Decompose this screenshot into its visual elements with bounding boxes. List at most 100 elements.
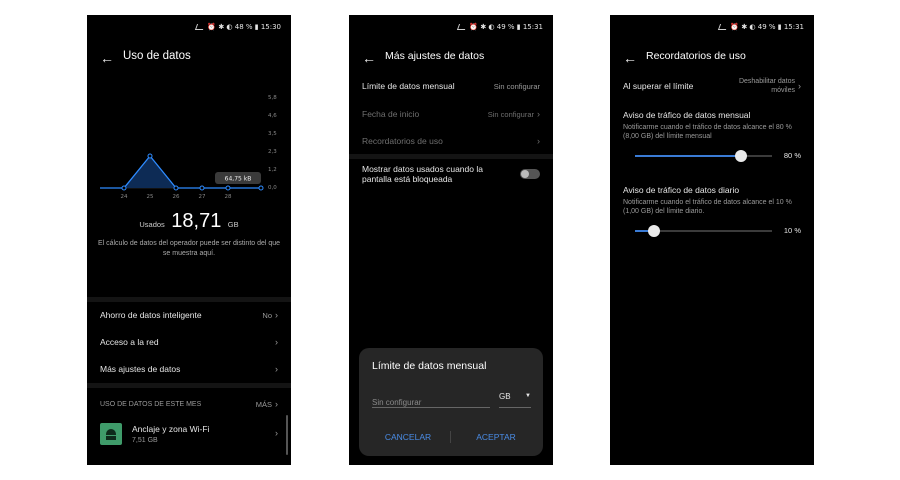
y-tick-label: 2,3 <box>268 149 277 155</box>
setting-label: Fecha de inicio <box>362 109 420 119</box>
data-point <box>121 185 127 191</box>
setting-start-date: Fecha de inicio Sin configurar › <box>362 109 540 119</box>
divider <box>349 154 553 159</box>
screen-usage-reminders: ⏰ ✱ ◐ 49 % ▮ 15:31 ← Recordatorios de us… <box>610 15 814 465</box>
back-arrow-icon[interactable]: ← <box>100 50 114 66</box>
app-usage-item[interactable]: Anclaje y zona Wi-Fi 7,51 GB › <box>100 423 278 447</box>
status-bar: ⏰ ✱ ◐ 48 % ▮ 15:30 <box>195 23 281 31</box>
y-tick-label: 5,8 <box>268 95 277 101</box>
setting-value: Sin configurar <box>493 81 540 91</box>
setting-label: Mostrar datos usados cuando la pantalla … <box>362 164 483 184</box>
dialog-divider <box>450 431 451 443</box>
daily-slider[interactable] <box>635 224 772 238</box>
section-title: USO DE DATOS DE ESTE MES <box>100 400 202 408</box>
dropdown-arrow-icon: ▼ <box>525 393 531 399</box>
daily-percent: 10 % <box>783 226 801 235</box>
daily-reminder: Aviso de tráfico de datos diario Notific… <box>623 185 801 216</box>
unit-select[interactable]: GB ▼ <box>499 392 531 408</box>
chevron-right-icon: › <box>798 81 801 91</box>
page-title: Uso de datos <box>123 50 191 62</box>
slider-fill <box>635 155 741 157</box>
more-link[interactable]: MÁS › <box>256 399 278 409</box>
menu-item-label: Acceso a la red <box>100 337 159 347</box>
status-text: ⏰ ✱ ◐ 49 % ▮ 15:31 <box>469 23 543 31</box>
usage-unit: GB <box>227 220 239 229</box>
usage-summary: Usados 18,71 GB <box>87 210 291 233</box>
section-header: USO DE DATOS DE ESTE MES MÁS › <box>100 399 278 409</box>
chevron-right-icon: › <box>275 337 278 347</box>
app-size: 7,51 GB <box>132 437 158 444</box>
slider-thumb[interactable] <box>735 150 747 162</box>
back-arrow-icon[interactable]: ← <box>623 50 637 66</box>
status-text: ⏰ ✱ ◐ 48 % ▮ 15:30 <box>207 23 281 31</box>
chevron-right-icon: › <box>275 364 278 374</box>
y-axis-labels: 5,8 4,6 3,5 2,3 1,2 0,0 <box>268 95 277 191</box>
x-tick-label: 26 <box>173 194 180 200</box>
setting-label: Recordatorios de uso <box>362 136 443 146</box>
setting-lockscreen-usage[interactable]: Mostrar datos usados cuando la pantalla … <box>362 164 540 184</box>
android-icon <box>100 423 122 445</box>
usage-value: 18,71 <box>171 210 222 232</box>
data-point <box>199 185 205 191</box>
divider <box>87 297 291 302</box>
data-point <box>225 185 231 191</box>
slider-thumb[interactable] <box>647 225 660 237</box>
monthly-slider[interactable] <box>635 149 772 163</box>
status-text: ⏰ ✱ ◐ 49 % ▮ 15:31 <box>730 23 804 31</box>
monthly-title: Aviso de tráfico de datos mensual <box>623 110 751 120</box>
setting-value: Sin configurar <box>487 109 534 119</box>
x-tick-label: 25 <box>147 194 154 200</box>
menu-item-value: No <box>262 310 272 320</box>
setting-usage-reminders: Recordatorios de uso › <box>362 136 540 146</box>
chevron-right-icon: › <box>537 109 540 119</box>
operator-note: El cálculo de datos del operador puede s… <box>97 240 281 257</box>
usage-label: Usados <box>139 220 165 229</box>
chevron-right-icon: › <box>537 136 540 146</box>
signal-icon <box>457 24 468 30</box>
menu-item-network-access[interactable]: Acceso a la red › <box>100 337 278 347</box>
chart-tooltip: 64,75 kB <box>225 176 252 183</box>
cancel-button[interactable]: CANCELAR <box>375 432 441 442</box>
signal-icon <box>718 24 729 30</box>
monthly-reminder: Aviso de tráfico de datos mensual Notifi… <box>623 110 801 141</box>
page-title: Más ajustes de datos <box>385 50 485 62</box>
x-tick-label: 24 <box>121 194 128 200</box>
chevron-right-icon: › <box>275 428 278 438</box>
unit-value: GB <box>499 392 511 401</box>
x-axis-labels: 24 25 26 27 28 <box>121 194 232 200</box>
lockscreen-toggle[interactable] <box>520 169 540 179</box>
setting-monthly-limit[interactable]: Límite de datos mensual Sin configurar <box>362 81 540 91</box>
limit-input[interactable]: Sin configurar <box>372 392 490 408</box>
monthly-desc: Notificarme cuando el tráfico de datos a… <box>623 124 792 140</box>
y-tick-label: 3,5 <box>268 131 277 137</box>
setting-label: Límite de datos mensual <box>362 81 455 91</box>
more-label: MÁS <box>255 399 272 409</box>
setting-value: Deshabilitar datos móviles <box>738 78 795 94</box>
menu-item-label: Más ajustes de datos <box>100 364 181 374</box>
divider <box>87 383 291 388</box>
y-tick-label: 1,2 <box>268 167 277 173</box>
data-point <box>258 185 264 191</box>
x-tick-label: 28 <box>225 194 232 200</box>
menu-item-smart-saver[interactable]: Ahorro de datos inteligente No › <box>100 310 278 320</box>
page-title: Recordatorios de uso <box>646 50 746 62</box>
app-name: Anclaje y zona Wi-Fi <box>132 424 210 434</box>
y-tick-label: 4,6 <box>268 113 277 119</box>
dialog-title: Límite de datos mensual <box>372 360 487 372</box>
scrollbar[interactable] <box>286 415 288 455</box>
accept-button[interactable]: ACEPTAR <box>463 432 529 442</box>
limit-input-placeholder: Sin configurar <box>372 398 422 407</box>
menu-item-more-settings[interactable]: Más ajustes de datos › <box>100 364 278 374</box>
setting-label: Al superar el límite <box>623 81 694 91</box>
data-point <box>147 153 153 159</box>
screen-more-data-settings: ⏰ ✱ ◐ 49 % ▮ 15:31 ← Más ajustes de dato… <box>349 15 553 465</box>
daily-title: Aviso de tráfico de datos diario <box>623 185 740 195</box>
signal-icon <box>195 24 206 30</box>
screen-data-usage: ⏰ ✱ ◐ 48 % ▮ 15:30 ← Uso de datos 5,8 4,… <box>87 15 291 465</box>
daily-desc: Notificarme cuando el tráfico de datos a… <box>623 199 792 215</box>
back-arrow-icon[interactable]: ← <box>362 50 376 66</box>
chevron-right-icon: › <box>275 310 278 320</box>
setting-over-limit[interactable]: Al superar el límite Deshabilitar datos … <box>623 77 801 95</box>
status-bar: ⏰ ✱ ◐ 49 % ▮ 15:31 <box>457 23 543 31</box>
chevron-right-icon: › <box>275 399 278 409</box>
